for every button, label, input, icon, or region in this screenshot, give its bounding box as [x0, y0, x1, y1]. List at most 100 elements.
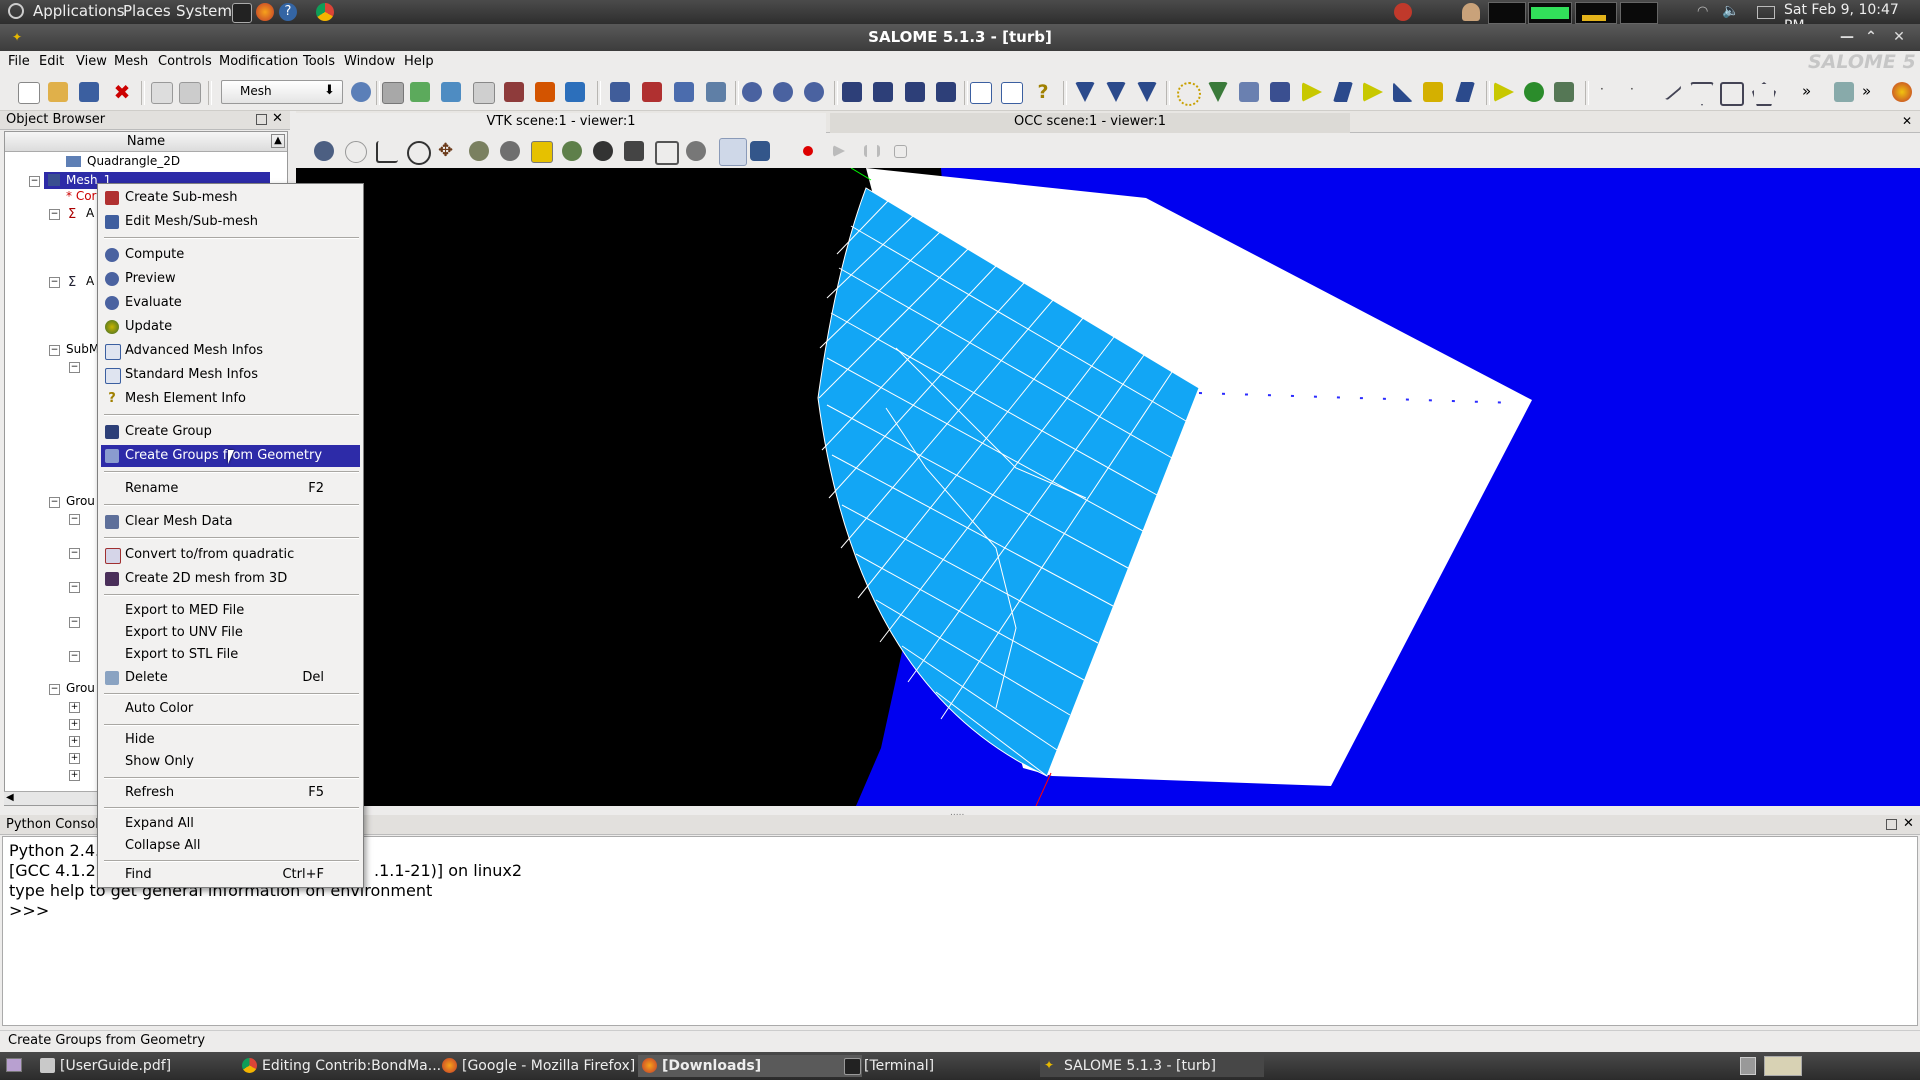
create-submesh-toolbar-icon[interactable] — [642, 82, 662, 102]
power-icon[interactable] — [1394, 3, 1412, 21]
graduated-axes-icon[interactable] — [750, 141, 770, 161]
tree-item-groups-of-edges[interactable]: Grou — [66, 681, 95, 695]
geometry-module-icon[interactable] — [382, 82, 404, 104]
menu-expand-all[interactable]: Expand All — [101, 813, 360, 835]
module-activate-icon[interactable] — [351, 82, 371, 102]
info-toolbar-icon-2[interactable] — [1001, 82, 1023, 104]
poly-icon-3[interactable] — [1554, 82, 1574, 102]
menu-convert-quadratic[interactable]: Convert to/from quadratic — [101, 544, 360, 566]
hexa-icon[interactable] — [1423, 82, 1443, 102]
face-icon[interactable] — [1239, 82, 1259, 102]
open-folder-icon[interactable] — [48, 82, 68, 102]
node-icon[interactable] — [1177, 82, 1201, 106]
maximize-icon[interactable]: ⌃ — [1862, 28, 1880, 46]
minimize-icon[interactable]: — — [1838, 28, 1856, 46]
quadratic-edge-icon[interactable]: · — [1630, 82, 1650, 102]
pyramid-icon[interactable] — [1393, 82, 1413, 102]
menu-modification[interactable]: Modification — [219, 54, 298, 69]
show-desktop-icon[interactable] — [6, 1058, 22, 1072]
quadratic-line-icon[interactable] — [1657, 77, 1683, 101]
tree-expander-group-c[interactable]: − — [69, 582, 80, 593]
menu-find[interactable]: Find Ctrl+F — [101, 864, 360, 886]
group-toolbar-icon-3[interactable] — [905, 82, 925, 102]
pan-icon[interactable]: ✥ — [438, 141, 458, 161]
quadratic-node-icon[interactable]: · — [1600, 82, 1620, 102]
menu-preview[interactable]: Preview — [101, 268, 360, 290]
global-pan-icon[interactable] — [500, 141, 520, 161]
float-console-icon[interactable] — [1886, 819, 1897, 830]
menu-delete[interactable]: Delete Del — [101, 667, 360, 689]
new-document-icon[interactable] — [18, 82, 40, 104]
tree-item-applied-algorithms[interactable]: A — [86, 274, 94, 288]
object-browser-column-header[interactable]: Name ▲ — [5, 132, 287, 152]
tree-item-groups-of-faces[interactable]: Grou — [66, 494, 95, 508]
toolbar-overflow-icon-2[interactable]: » — [1862, 82, 1882, 102]
tree-expander-submesh-1[interactable]: − — [69, 362, 80, 373]
workspace-switcher[interactable] — [1764, 1056, 1802, 1076]
chrome-launcher-icon[interactable] — [316, 3, 334, 21]
fit-area-icon[interactable] — [562, 141, 582, 161]
tree-expander-algorithms[interactable]: − — [49, 277, 60, 288]
volume-element-icon[interactable] — [1270, 82, 1290, 102]
poly-icon-2[interactable] — [1524, 82, 1544, 102]
tree-expander-group-b[interactable]: − — [69, 548, 80, 559]
stop-icon[interactable] — [894, 145, 907, 158]
volume-icon[interactable]: 🔈 — [1722, 3, 1740, 21]
tetra-icon[interactable] — [1363, 82, 1383, 102]
menu-collapse-all[interactable]: Collapse All — [101, 835, 360, 857]
element-info-toolbar-icon[interactable]: ? — [1033, 82, 1053, 102]
filter-icon-3[interactable] — [1137, 82, 1157, 102]
menu-export-stl[interactable]: Export to STL File — [101, 644, 360, 666]
menu-mesh-element-info[interactable]: ? Mesh Element Info — [101, 388, 360, 410]
task-terminal[interactable]: [Terminal] — [840, 1055, 1064, 1077]
tab-vtk-viewer[interactable]: VTK scene:1 - viewer:1 — [296, 113, 826, 134]
open-turns-module-icon[interactable] — [535, 82, 555, 102]
close-document-icon[interactable]: ✖ — [112, 82, 132, 102]
menu-evaluate[interactable]: Evaluate — [101, 292, 360, 314]
create-mesh-icon[interactable] — [610, 82, 630, 102]
tree-expander-hypotheses[interactable]: − — [49, 209, 60, 220]
supervisor-module-icon[interactable] — [473, 82, 495, 104]
filter-icon-2[interactable] — [1106, 82, 1126, 102]
menu-export-unv[interactable]: Export to UNV File — [101, 622, 360, 644]
tree-expander-edge-group-3[interactable]: + — [69, 736, 80, 747]
places-menu[interactable]: Places — [123, 2, 171, 20]
prism-icon[interactable] — [1455, 82, 1475, 102]
copy-icon[interactable] — [151, 82, 173, 104]
applications-menu[interactable]: Applications — [33, 2, 125, 20]
tree-expander-groups-2[interactable]: − — [49, 684, 60, 695]
menu-help[interactable]: Help — [404, 54, 434, 69]
view-clipping-icon[interactable] — [686, 141, 706, 161]
module-select[interactable]: Mesh ⬇ — [221, 80, 343, 104]
float-panel-icon[interactable] — [256, 114, 267, 125]
menu-file[interactable]: File — [8, 54, 30, 69]
tree-expander-group-a[interactable]: − — [69, 514, 80, 525]
preview-toolbar-icon[interactable] — [773, 82, 793, 102]
tree-expander-edge-group-5[interactable]: + — [69, 770, 80, 781]
edit-mesh-toolbar-icon[interactable] — [674, 82, 694, 102]
quadratic-quad-icon[interactable] — [1720, 82, 1744, 106]
terminal-launcher-icon[interactable] — [232, 3, 252, 23]
toolbar-overflow-icon[interactable]: » — [1802, 82, 1822, 102]
menu-show-only[interactable]: Show Only — [101, 751, 360, 773]
tree-expander-edge-group-4[interactable]: + — [69, 753, 80, 764]
salome-about-icon[interactable] — [1892, 82, 1912, 102]
axes-icon[interactable] — [376, 141, 398, 163]
reset-view-icon[interactable] — [593, 141, 613, 161]
tree-expander-group-d[interactable]: − — [69, 617, 80, 628]
aster-module-icon[interactable] — [565, 82, 585, 102]
mesh-module-icon[interactable] — [410, 82, 430, 102]
tree-expander-mesh[interactable]: − — [29, 176, 40, 187]
quadratic-triangle-icon[interactable] — [1690, 82, 1714, 106]
group-toolbar-icon-4[interactable] — [936, 82, 956, 102]
scale-icon[interactable] — [1834, 82, 1854, 102]
quadrangle-icon[interactable] — [1333, 82, 1353, 102]
wifi-icon[interactable]: ◠ — [1697, 4, 1713, 20]
help-launcher-icon[interactable]: ? — [279, 3, 297, 21]
quadratic-polygon-icon[interactable] — [1752, 82, 1776, 106]
scroll-left-icon[interactable]: ◀ — [6, 792, 14, 803]
tab-occ-viewer[interactable]: OCC scene:1 - viewer:1 — [830, 113, 1350, 134]
compute-toolbar-icon[interactable] — [742, 82, 762, 102]
column-scroll-up-icon[interactable]: ▲ — [271, 134, 285, 148]
tree-expander-group-e[interactable]: − — [69, 651, 80, 662]
